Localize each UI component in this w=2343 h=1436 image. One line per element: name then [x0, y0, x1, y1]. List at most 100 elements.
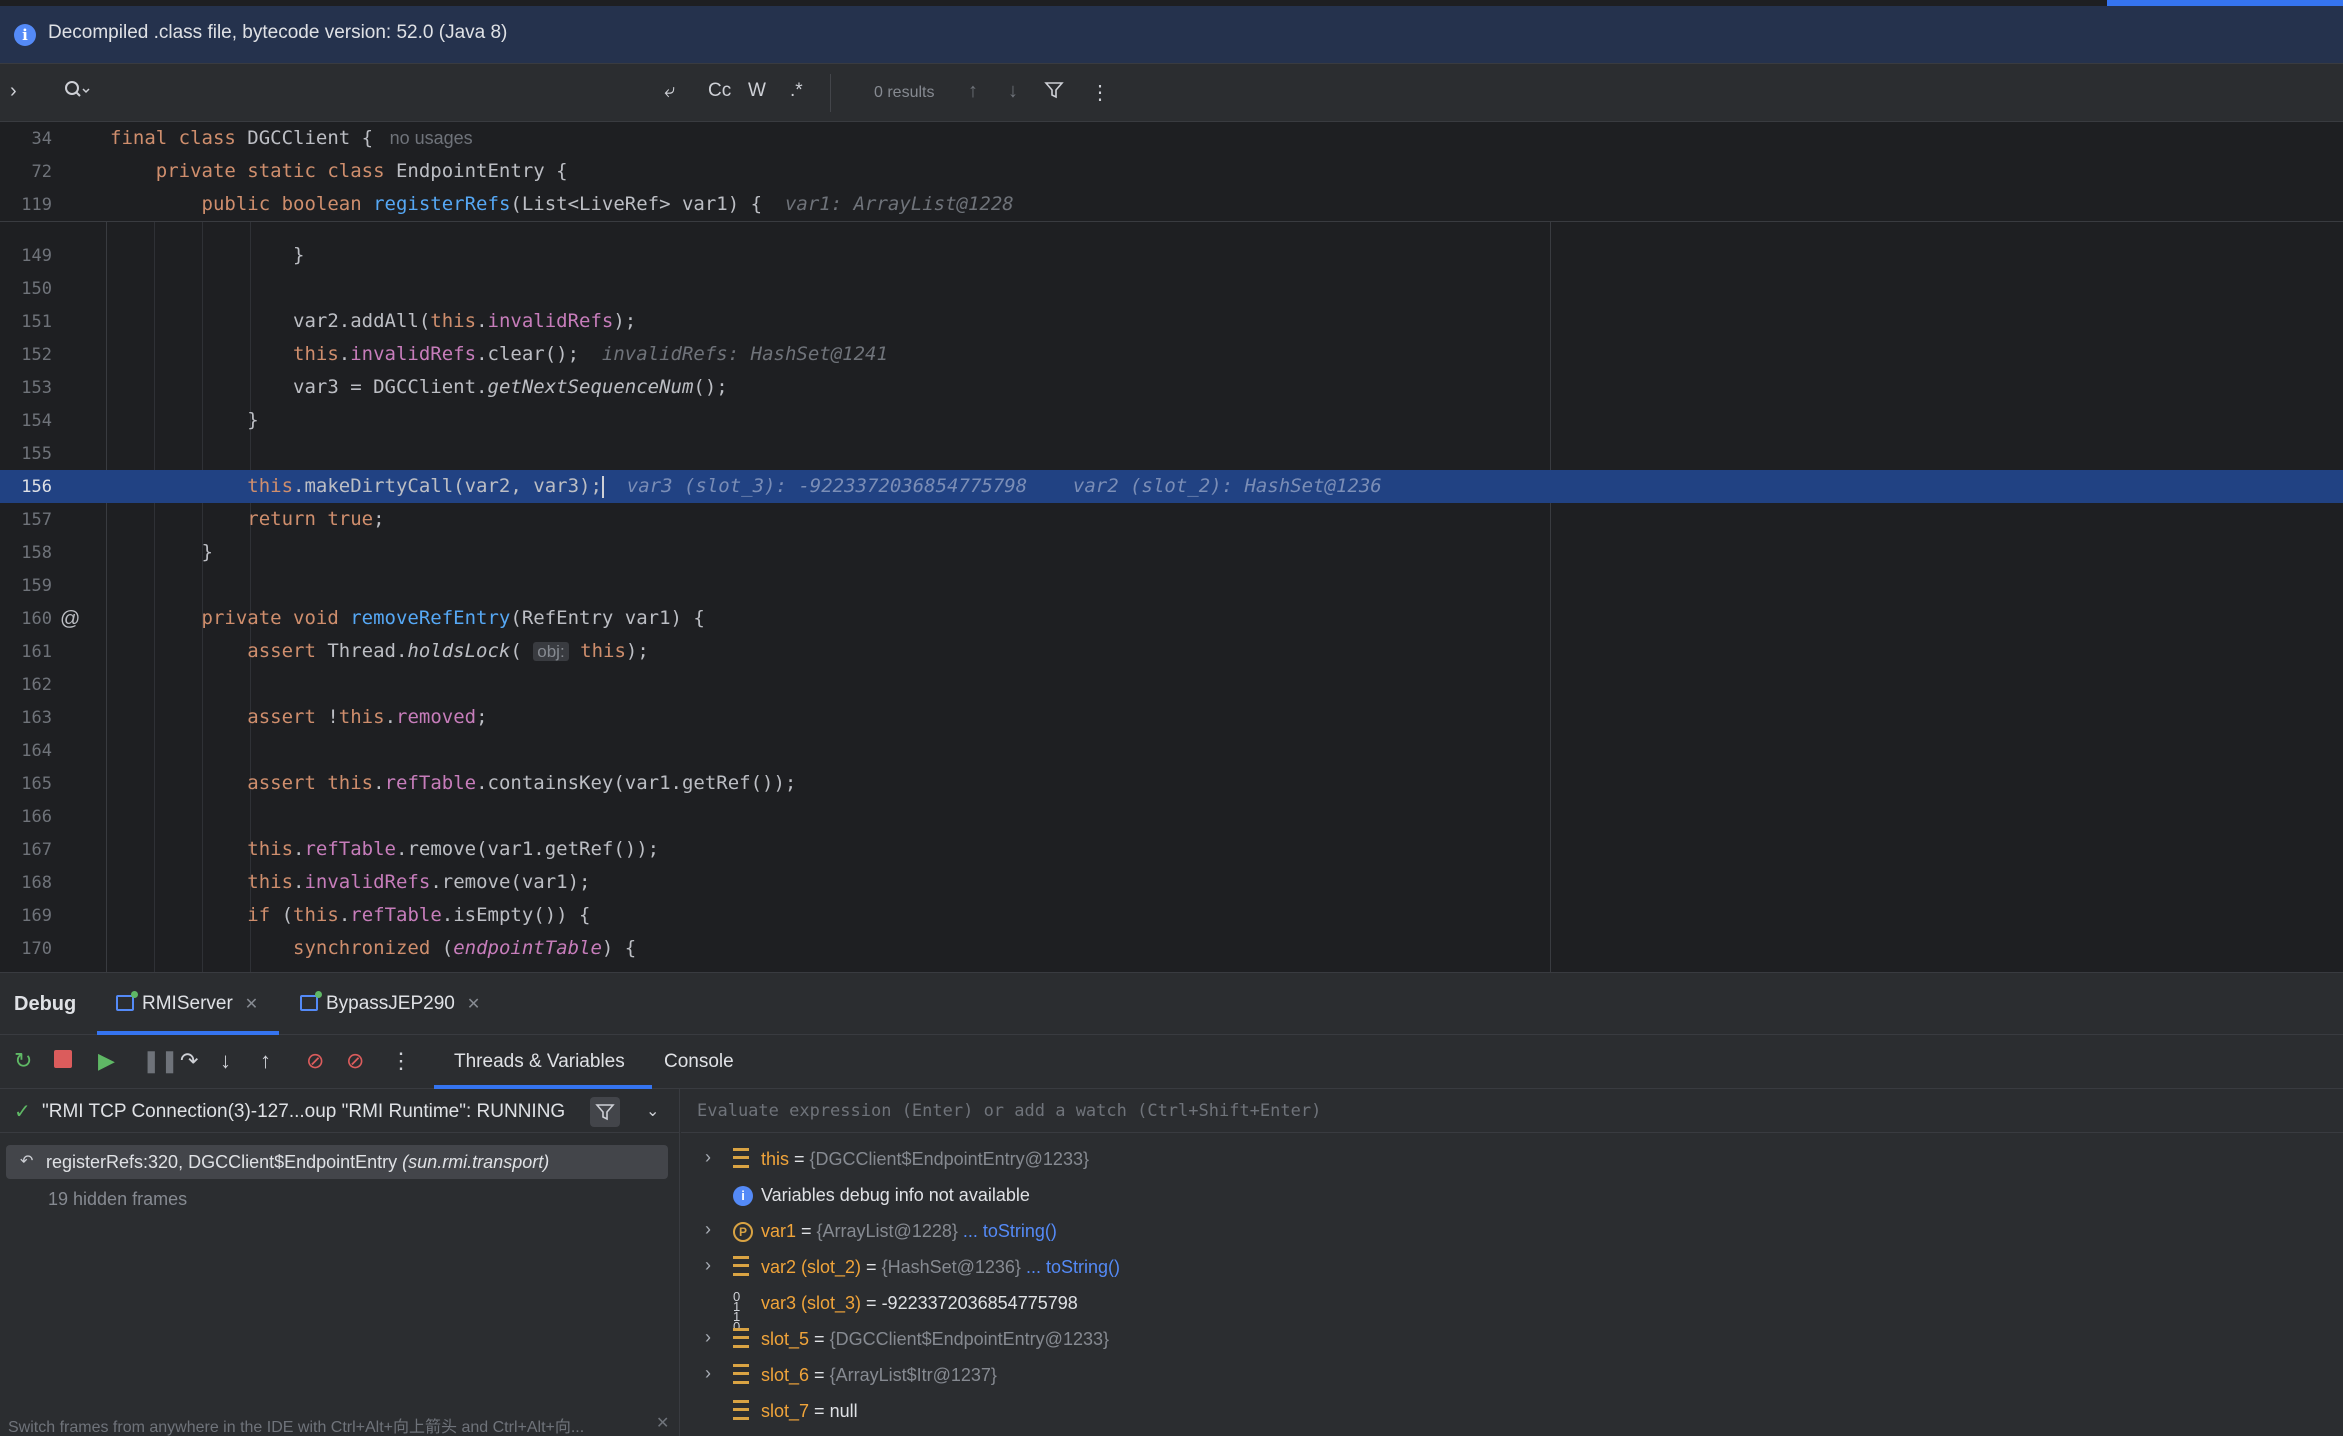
mute-breakpoints-icon[interactable]: ⊘	[346, 1049, 364, 1073]
code-line[interactable]: 170 synchronized (endpointTable) {	[0, 932, 2343, 965]
variable-row[interactable]: › slot_5 = {DGCClient$EndpointEntry@1233}	[681, 1321, 2343, 1357]
line-number[interactable]: 149	[0, 246, 52, 266]
expand-chevron-icon[interactable]: ›	[705, 1147, 711, 1168]
evaluate-input[interactable]	[697, 1097, 2297, 1125]
line-number[interactable]: 156	[0, 477, 52, 497]
variable-row[interactable]: › slot_6 = {ArrayList$Itr@1237}	[681, 1357, 2343, 1393]
thread-selector[interactable]: ✓ "RMI TCP Connection(3)-127...oup "RMI …	[0, 1089, 680, 1133]
expand-chevron-icon[interactable]: ›	[705, 1327, 711, 1348]
line-number[interactable]: 163	[0, 708, 52, 728]
code-line[interactable]: 150	[0, 272, 2343, 305]
code-line[interactable]: 161 assert Thread.holdsLock( obj: this);	[0, 635, 2343, 668]
match-case-button[interactable]: Cc	[708, 80, 731, 102]
code-line[interactable]: 154 }	[0, 404, 2343, 437]
hidden-frames[interactable]: 19 hidden frames	[48, 1189, 187, 1210]
line-number[interactable]: 155	[0, 444, 52, 464]
sticky-line[interactable]: 34 final class DGCClient { no usages	[0, 122, 2343, 155]
tab-rmiserver[interactable]: RMIServer ✕	[116, 991, 258, 1015]
search-history-icon[interactable]	[64, 80, 90, 106]
tab-threads-variables[interactable]: Threads & Variables	[454, 1051, 625, 1073]
line-number[interactable]: 153	[0, 378, 52, 398]
close-icon[interactable]: ✕	[245, 996, 258, 1013]
line-number[interactable]: 169	[0, 906, 52, 926]
variable-row[interactable]: slot_7 = null	[681, 1393, 2343, 1429]
line-number[interactable]: 166	[0, 807, 52, 827]
variable-name: slot_7	[761, 1401, 810, 1421]
code-line[interactable]: 151 var2.addAll(this.invalidRefs);	[0, 305, 2343, 338]
line-number[interactable]: 160	[0, 609, 52, 629]
view-breakpoints-icon[interactable]: ⊘	[306, 1049, 324, 1073]
variable-row[interactable]: › Pvar1 = {ArrayList@1228} ... toString()	[681, 1213, 2343, 1249]
line-number[interactable]: 165	[0, 774, 52, 794]
code-line[interactable]: 153 var3 = DGCClient.getNextSequenceNum(…	[0, 371, 2343, 404]
code-line[interactable]: 149 }	[0, 239, 2343, 272]
tab-bypassjep290[interactable]: BypassJEP290 ✕	[300, 991, 480, 1015]
variable-row[interactable]: › this = {DGCClient$EndpointEntry@1233}	[681, 1141, 2343, 1177]
line-number[interactable]: 170	[0, 939, 52, 959]
code-line[interactable]: 159	[0, 569, 2343, 602]
line-number[interactable]: 167	[0, 840, 52, 860]
variable-row[interactable]: 0 11 0 var3 (slot_3) = -92233720368547757…	[681, 1285, 2343, 1333]
implemented-icon[interactable]: @	[60, 608, 80, 631]
step-out-icon[interactable]: ↑	[260, 1049, 271, 1073]
chevron-down-icon[interactable]: ⌄	[646, 1101, 659, 1121]
step-into-icon[interactable]: ↓	[220, 1049, 231, 1073]
code-line[interactable]: 165 assert this.refTable.containsKey(var…	[0, 767, 2343, 800]
stop-icon[interactable]	[54, 1049, 72, 1073]
tab-console[interactable]: Console	[664, 1051, 734, 1073]
line-number[interactable]: 159	[0, 576, 52, 596]
code-editor[interactable]: 34 final class DGCClient { no usages 72 pr…	[0, 122, 2343, 972]
code-line[interactable]: 160 @ private void removeRefEntry(RefEntr…	[0, 602, 2343, 635]
sticky-line[interactable]: 119 public boolean registerRefs(List<Liv…	[0, 188, 2343, 221]
next-occurrence-icon[interactable]: ↓	[1008, 80, 1018, 103]
expand-chevron-icon[interactable]: ›	[705, 1255, 711, 1276]
code-line[interactable]: 152 this.invalidRefs.clear(); invalidRef…	[0, 338, 2343, 371]
line-number[interactable]: 152	[0, 345, 52, 365]
sticky-line[interactable]: 72 private static class EndpointEntry {	[0, 155, 2343, 188]
code-line[interactable]: 164	[0, 734, 2343, 767]
resume-icon[interactable]: ▶	[98, 1049, 115, 1073]
find-input[interactable]	[96, 76, 656, 108]
line-number[interactable]: 158	[0, 543, 52, 563]
line-number[interactable]: 151	[0, 312, 52, 332]
code-line[interactable]: 162	[0, 668, 2343, 701]
variable-row[interactable]: i Variables debug info not available	[681, 1177, 2343, 1213]
prev-occurrence-icon[interactable]: ↑	[968, 80, 978, 103]
expand-replace-icon[interactable]: ›	[10, 80, 17, 103]
line-number[interactable]: 154	[0, 411, 52, 431]
line-number[interactable]: 150	[0, 279, 52, 299]
tostring-link[interactable]: ... toString()	[958, 1221, 1057, 1241]
code-line[interactable]: 157 return true;	[0, 503, 2343, 536]
filter-icon[interactable]	[1044, 80, 1064, 106]
code-line[interactable]: 163 assert !this.removed;	[0, 701, 2343, 734]
tostring-link[interactable]: ... toString()	[1021, 1257, 1120, 1277]
filter-icon[interactable]	[590, 1097, 620, 1127]
execution-point-line[interactable]: 156 this.makeDirtyCall(var2, var3); var3…	[0, 470, 2343, 503]
variable-row[interactable]: › var2 (slot_2) = {HashSet@1236} ... toSt…	[681, 1249, 2343, 1285]
code-line[interactable]: 168 this.invalidRefs.remove(var1);	[0, 866, 2343, 899]
new-line-icon[interactable]: ⤶	[664, 80, 675, 103]
regex-button[interactable]: .*	[790, 80, 803, 102]
line-number[interactable]: 157	[0, 510, 52, 530]
code-line[interactable]: 166	[0, 800, 2343, 833]
code-text: private void removeRefEntry(RefEntry var…	[110, 607, 705, 629]
line-number[interactable]: 164	[0, 741, 52, 761]
step-over-icon[interactable]: ↷	[180, 1049, 198, 1073]
expand-chevron-icon[interactable]: ›	[705, 1363, 711, 1384]
more-icon[interactable]: ⋮	[390, 1049, 412, 1073]
code-line[interactable]: 169 if (this.refTable.isEmpty()) {	[0, 899, 2343, 932]
more-options-icon[interactable]: ⋮	[1090, 80, 1110, 105]
expand-chevron-icon[interactable]: ›	[705, 1219, 711, 1240]
close-icon[interactable]: ✕	[656, 1413, 669, 1433]
line-number[interactable]: 161	[0, 642, 52, 662]
close-icon[interactable]: ✕	[467, 996, 480, 1013]
line-number[interactable]: 162	[0, 675, 52, 695]
code-line[interactable]: 167 this.refTable.remove(var1.getRef());	[0, 833, 2343, 866]
frame-row-selected[interactable]: ↶ registerRefs:320, DGCClient$EndpointEn…	[6, 1145, 668, 1179]
code-line[interactable]: 158 }	[0, 536, 2343, 569]
line-number[interactable]: 168	[0, 873, 52, 893]
pause-icon[interactable]: ❚❚	[142, 1049, 179, 1073]
code-line[interactable]: 155	[0, 437, 2343, 470]
rerun-icon[interactable]: ↻	[14, 1049, 32, 1073]
words-button[interactable]: W	[748, 80, 766, 102]
